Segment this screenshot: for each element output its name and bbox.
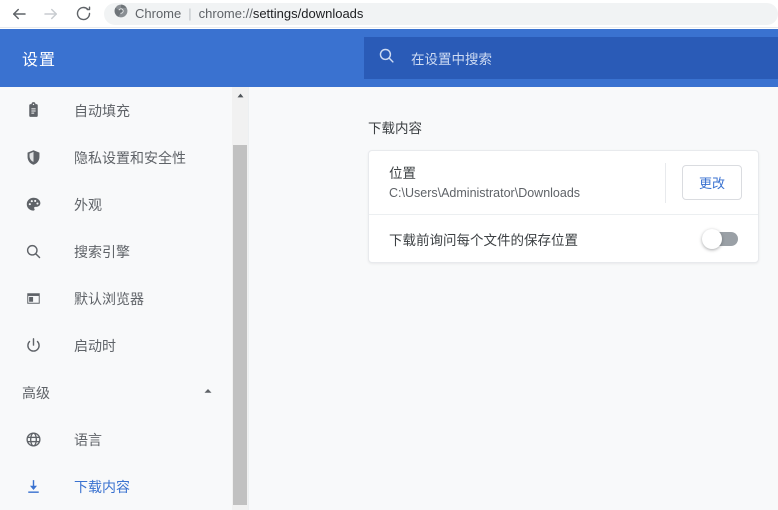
chevron-up-icon xyxy=(202,384,214,402)
globe-icon xyxy=(22,429,44,451)
sidebar-item-label: 隐私设置和安全性 xyxy=(74,149,186,166)
palette-icon xyxy=(22,194,44,216)
sidebar-item-label: 语言 xyxy=(74,431,102,448)
sidebar-item-privacy-security[interactable]: 隐私设置和安全性 xyxy=(0,134,232,181)
omnibox-url: chrome://settings/downloads xyxy=(199,6,364,21)
address-bar[interactable]: Chrome | chrome://settings/downloads xyxy=(104,2,778,25)
sidebar-item-default-browser[interactable]: 默认浏览器 xyxy=(0,275,232,322)
clipboard-icon xyxy=(22,100,44,122)
sidebar-advanced-label: 高级 xyxy=(22,384,50,401)
scrollbar-thumb[interactable] xyxy=(233,145,247,505)
search-icon xyxy=(378,47,395,69)
ask-where-to-save-row: 下载前询问每个文件的保存位置 xyxy=(369,215,758,263)
settings-sidebar: 自动填充 隐私设置和安全性 外观 搜索引擎 默认浏览器 启动时 高级 语言 下载… xyxy=(0,87,232,510)
omnibox-url-prefix: chrome:// xyxy=(198,6,253,21)
section-title: 下载内容 xyxy=(368,121,422,136)
scroll-up-arrow-icon[interactable] xyxy=(232,87,248,103)
sidebar-item-search-engine[interactable]: 搜索引擎 xyxy=(0,228,232,275)
back-arrow-icon xyxy=(10,5,28,23)
settings-header: 设置 在设置中搜索 xyxy=(0,29,778,87)
ask-where-to-save-toggle[interactable] xyxy=(702,229,738,249)
downloads-settings-card: 位置 C:\Users\Administrator\Downloads 更改 下… xyxy=(368,150,759,263)
shield-icon xyxy=(22,147,44,169)
page-title: 设置 xyxy=(22,52,57,69)
sidebar-item-downloads[interactable]: 下载内容 xyxy=(0,463,232,510)
sidebar-item-label: 搜索引擎 xyxy=(74,243,130,260)
change-location-button[interactable]: 更改 xyxy=(681,165,742,200)
sidebar-item-label: 自动填充 xyxy=(74,102,130,119)
ask-where-to-save-label: 下载前询问每个文件的保存位置 xyxy=(389,233,578,248)
reload-icon xyxy=(75,5,92,22)
search-icon xyxy=(22,241,44,263)
sidebar-item-label: 下载内容 xyxy=(74,478,130,495)
sidebar-item-appearance[interactable]: 外观 xyxy=(0,181,232,228)
browser-toolbar: Chrome | chrome://settings/downloads xyxy=(0,0,778,28)
row-divider xyxy=(664,162,666,203)
toggle-knob xyxy=(702,229,722,249)
download-icon xyxy=(22,476,44,498)
download-location-path: C:\Users\Administrator\Downloads xyxy=(389,185,581,200)
back-button[interactable] xyxy=(6,1,32,27)
forward-button[interactable] xyxy=(38,1,64,27)
download-location-text: 位置 C:\Users\Administrator\Downloads xyxy=(389,164,665,202)
search-input[interactable]: 在设置中搜索 xyxy=(411,48,492,68)
browser-window-icon xyxy=(22,288,44,310)
sidebar-item-languages[interactable]: 语言 xyxy=(0,416,232,463)
sidebar-item-on-startup[interactable]: 启动时 xyxy=(0,322,232,369)
sidebar-item-label: 启动时 xyxy=(74,337,116,354)
sidebar-scrollbar[interactable] xyxy=(232,87,248,510)
download-location-label: 位置 xyxy=(389,165,416,181)
chrome-logo-icon xyxy=(114,4,128,23)
reload-button[interactable] xyxy=(70,1,96,27)
settings-search-box[interactable]: 在设置中搜索 xyxy=(364,37,778,79)
omnibox-url-path: settings/downloads xyxy=(252,6,364,21)
sidebar-advanced-toggle[interactable]: 高级 xyxy=(0,369,232,416)
sidebar-item-label: 默认浏览器 xyxy=(74,290,144,307)
omnibox-separator: | xyxy=(188,6,192,21)
omnibox-app-name: Chrome xyxy=(135,6,182,21)
settings-content: 下载内容 www.aliqing.com.cn 位置 C:\Users\Admi… xyxy=(248,87,778,510)
sidebar-item-autofill[interactable]: 自动填充 xyxy=(0,87,232,134)
forward-arrow-icon xyxy=(42,5,60,23)
power-icon xyxy=(22,335,44,357)
download-location-row: 位置 C:\Users\Administrator\Downloads 更改 xyxy=(369,151,758,215)
sidebar-item-label: 外观 xyxy=(74,196,102,213)
